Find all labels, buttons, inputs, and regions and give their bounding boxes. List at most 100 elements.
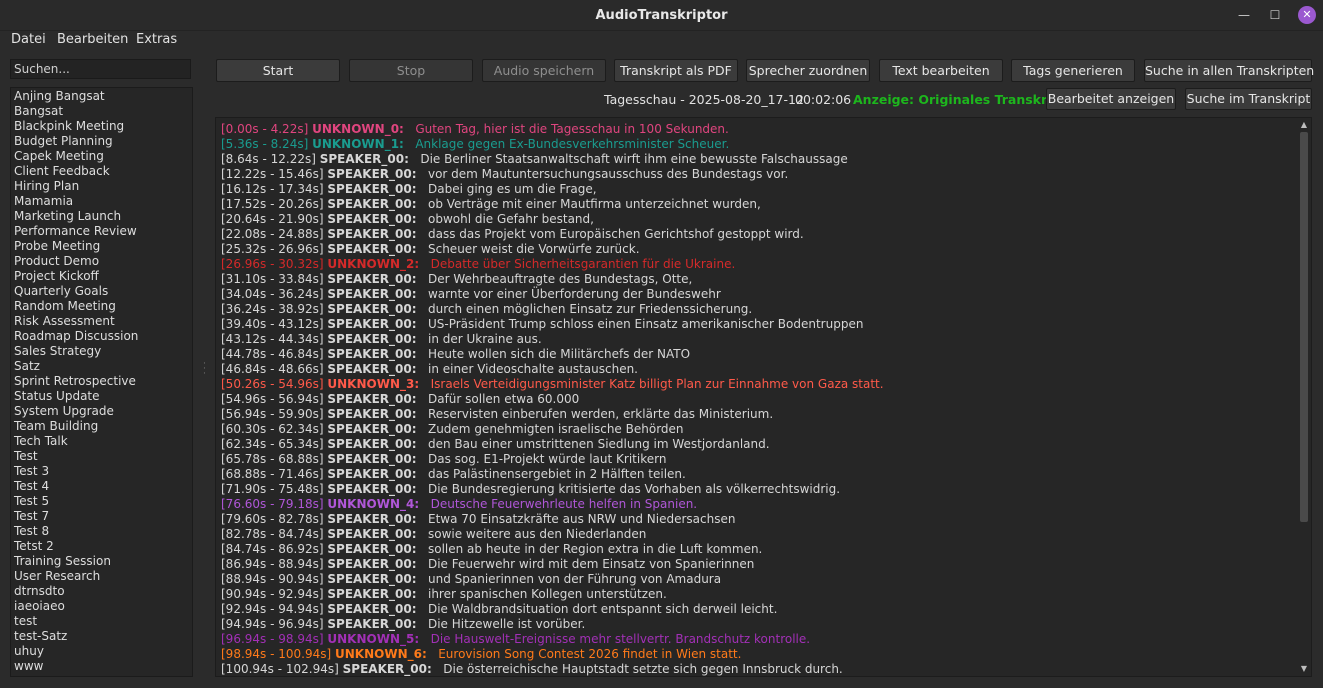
speaker-label: SPEAKER_00: [327, 407, 417, 421]
session-list-item[interactable]: Client Feedback [11, 164, 192, 179]
session-list-item[interactable]: Quarterly Goals [11, 284, 192, 299]
session-list-item[interactable]: test [11, 614, 192, 629]
transcript-line: [46.84s - 48.66s] SPEAKER_00: in einer V… [221, 362, 1295, 377]
generate-tags-button[interactable]: Tags generieren [1011, 59, 1135, 82]
speaker-label: SPEAKER_00: [327, 272, 417, 286]
timestamp: [84.74s - 86.92s] [221, 542, 324, 556]
session-list-item[interactable]: test-Satz [11, 629, 192, 644]
scroll-down-icon[interactable]: ▼ [1297, 663, 1311, 675]
edit-text-button[interactable]: Text bearbeiten [879, 59, 1003, 82]
utterance-text: Die Hitzewelle ist vorüber. [427, 617, 586, 631]
transcript-line: [25.32s - 26.96s] SPEAKER_00: Scheuer we… [221, 242, 1295, 257]
utterance-text: Die Feuerwehr wird mit dem Einsatz von S… [427, 557, 755, 571]
show-edited-button[interactable]: Bearbeitet anzeigen [1046, 88, 1176, 110]
transcript-line: [60.30s - 62.34s] SPEAKER_00: Zudem gene… [221, 422, 1295, 437]
session-list-item[interactable]: Training Session [11, 554, 192, 569]
utterance-text: Die österreichische Hauptstadt setzte si… [443, 662, 843, 676]
utterance-text: Eurovision Song Contest 2026 findet in W… [438, 647, 742, 661]
transcript-line: [5.36s - 8.24s] UNKNOWN_1: Anklage gegen… [221, 137, 1295, 152]
session-list[interactable]: Anjing Bangsat Bangsat Blackpink Meeting Bu… [10, 87, 193, 677]
timestamp: [60.30s - 62.34s] [221, 422, 324, 436]
maximize-icon[interactable]: ☐ [1266, 6, 1284, 24]
session-list-item[interactable]: Test 4 [11, 479, 192, 494]
speaker-label: SPEAKER_00: [327, 617, 417, 631]
title-bar: AudioTranskriptor — ☐ ✕ [0, 0, 1323, 31]
transcript-line: [71.90s - 75.48s] SPEAKER_00: Die Bundes… [221, 482, 1295, 497]
utterance-text: Das sog. E1-Projekt würde laut Kritikern [427, 452, 667, 466]
session-list-item[interactable]: Anjing Bangsat [11, 89, 192, 104]
search-all-button[interactable]: Suche in allen Transkripten [1144, 59, 1314, 82]
menu-datei[interactable]: Datei [11, 32, 46, 47]
scrollbar-thumb[interactable] [1300, 132, 1308, 522]
session-list-item[interactable]: www [11, 659, 192, 674]
session-list-item[interactable]: Marketing Launch [11, 209, 192, 224]
transcript-line: [84.74s - 86.92s] SPEAKER_00: sollen ab … [221, 542, 1295, 557]
utterance-text: Zudem genehmigten israelische Behörden [427, 422, 684, 436]
utterance-text: ihrer spanischen Kollegen unterstützen. [427, 587, 667, 601]
session-list-item[interactable]: Project Kickoff [11, 269, 192, 284]
utterance-text: in einer Videoschalte austauschen. [427, 362, 638, 376]
session-list-item[interactable]: Roadmap Discussion [11, 329, 192, 344]
speaker-label: SPEAKER_00: [327, 167, 417, 181]
transcript-line: [96.94s - 98.94s] UNKNOWN_5: Die Hauswel… [221, 632, 1295, 647]
save-audio-button[interactable]: Audio speichern [482, 59, 606, 82]
export-pdf-button[interactable]: Transkript als PDF [614, 59, 738, 82]
close-icon[interactable]: ✕ [1298, 6, 1316, 24]
speaker-label: SPEAKER_00: [327, 572, 417, 586]
session-list-item[interactable]: Test 8 [11, 524, 192, 539]
transcript-line: [100.94s - 102.94s] SPEAKER_00: Die öste… [221, 662, 1295, 676]
session-list-item[interactable]: System Upgrade [11, 404, 192, 419]
start-button[interactable]: Start [216, 59, 340, 82]
minimize-icon[interactable]: — [1235, 6, 1253, 24]
session-list-item[interactable]: Hiring Plan [11, 179, 192, 194]
session-list-item[interactable]: Test 3 [11, 464, 192, 479]
speaker-label: SPEAKER_00: [327, 452, 417, 466]
session-list-item[interactable]: Satz [11, 359, 192, 374]
search-transcript-button[interactable]: Suche im Transkript [1185, 88, 1312, 110]
splitter-handle[interactable]: · · · [203, 360, 206, 379]
session-list-item[interactable]: Test [11, 449, 192, 464]
timestamp: [65.78s - 68.88s] [221, 452, 324, 466]
session-list-item[interactable]: Tetst 2 [11, 539, 192, 554]
session-list-item[interactable]: Random Meeting [11, 299, 192, 314]
transcript-line: [34.04s - 36.24s] SPEAKER_00: warnte vor… [221, 287, 1295, 302]
session-list-item[interactable]: Test 5 [11, 494, 192, 509]
session-list-item[interactable]: dtrnsdto [11, 584, 192, 599]
vertical-scrollbar[interactable]: ▲ ▼ [1297, 118, 1311, 676]
stop-button[interactable]: Stop [349, 59, 473, 82]
timestamp: [62.34s - 65.34s] [221, 437, 324, 451]
menu-extras[interactable]: Extras [136, 32, 177, 47]
speaker-label: SPEAKER_00: [327, 182, 417, 196]
assign-speaker-button[interactable]: Sprecher zuordnen [746, 59, 870, 82]
scroll-up-icon[interactable]: ▲ [1297, 119, 1311, 131]
timestamp: [86.94s - 88.94s] [221, 557, 324, 571]
session-list-item[interactable]: Probe Meeting [11, 239, 192, 254]
session-list-item[interactable]: Tech Talk [11, 434, 192, 449]
session-list-item[interactable]: Sprint Retrospective [11, 374, 192, 389]
session-list-item[interactable]: Blackpink Meeting [11, 119, 192, 134]
transcript-lines: [0.00s - 4.22s] UNKNOWN_0: Guten Tag, hi… [221, 122, 1295, 676]
session-list-item[interactable]: Bangsat [11, 104, 192, 119]
session-list-item[interactable]: Mamamia [11, 194, 192, 209]
speaker-label: SPEAKER_00: [327, 392, 417, 406]
session-list-item[interactable]: Budget Planning [11, 134, 192, 149]
menu-bearbeiten[interactable]: Bearbeiten [57, 32, 128, 47]
session-list-item[interactable]: Test 7 [11, 509, 192, 524]
utterance-text: Guten Tag, hier ist die Tagesschau in 10… [415, 122, 729, 136]
utterance-text: sowie weitere aus den Niederlanden [427, 527, 647, 541]
session-list-item[interactable]: Team Building [11, 419, 192, 434]
session-list-item[interactable]: User Research [11, 569, 192, 584]
session-list-item[interactable]: Sales Strategy [11, 344, 192, 359]
session-list-item[interactable]: Risk Assessment [11, 314, 192, 329]
session-list-item[interactable]: Performance Review [11, 224, 192, 239]
speaker-label: SPEAKER_00: [327, 467, 417, 481]
search-input[interactable] [10, 59, 191, 79]
transcript-view[interactable]: [0.00s - 4.22s] UNKNOWN_0: Guten Tag, hi… [215, 117, 1312, 677]
timestamp: [56.94s - 59.90s] [221, 407, 324, 421]
session-list-item[interactable]: uhuy [11, 644, 192, 659]
session-list-item[interactable]: Capek Meeting [11, 149, 192, 164]
session-list-item[interactable]: Product Demo [11, 254, 192, 269]
session-list-item[interactable]: iaeoiaeo [11, 599, 192, 614]
speaker-label: SPEAKER_00: [327, 482, 417, 496]
session-list-item[interactable]: Status Update [11, 389, 192, 404]
